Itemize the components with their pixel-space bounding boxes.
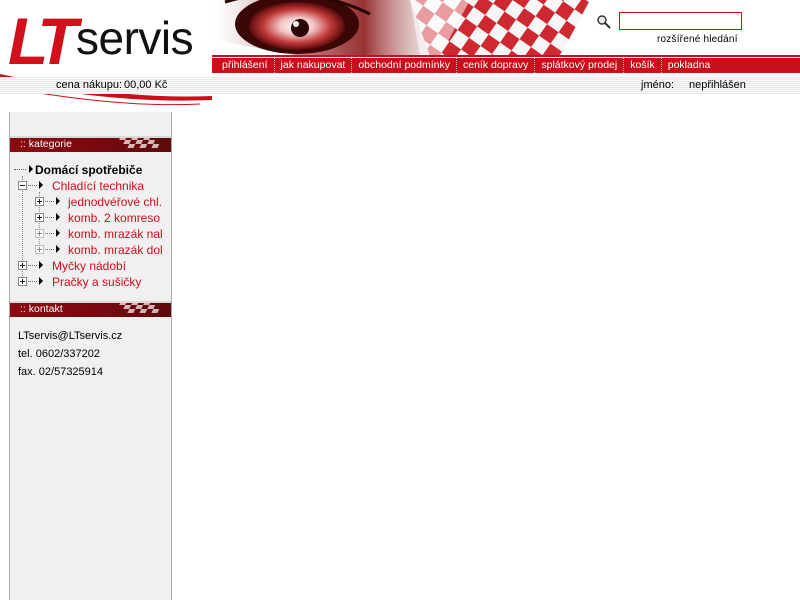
- arrow-right-icon: [56, 197, 60, 205]
- expand-icon[interactable]: [35, 197, 44, 206]
- contact-fax: fax. 02/57325914: [18, 366, 104, 378]
- user-name-label: jméno:: [641, 79, 675, 91]
- arrow-right-icon: [56, 213, 60, 221]
- categories-title: :: kategorie: [20, 138, 72, 150]
- advanced-search-link[interactable]: rozšířené hledání: [657, 34, 738, 45]
- nav-item-checkout[interactable]: pokladna: [662, 58, 717, 73]
- logo-servis: servis: [76, 12, 194, 64]
- subcategory-item[interactable]: komb. mrazák nal: [14, 226, 169, 242]
- nav-item-cart[interactable]: košík: [624, 58, 662, 73]
- category-item[interactable]: Myčky nádobí: [14, 258, 169, 274]
- arrow-right-icon: [56, 229, 60, 237]
- magnifier-icon[interactable]: [596, 14, 612, 30]
- main-content: [172, 112, 800, 600]
- subcategory-item-label: jednodvéřové chl.: [68, 195, 163, 209]
- checker-decoration-icon: [119, 301, 160, 313]
- contact-header: :: kontakt: [10, 301, 171, 317]
- nav-item-terms[interactable]: obchodní podmínky: [352, 58, 457, 73]
- logo-lt: LT: [8, 4, 78, 78]
- category-item[interactable]: Pračky a sušičky: [14, 274, 169, 290]
- category-item-label: Pračky a sušičky: [52, 275, 142, 289]
- subcategory-item[interactable]: komb. mrazák dol: [14, 242, 169, 258]
- info-bar: cena nákupu: 00,00 Kč jméno: nepřihlášen: [0, 77, 800, 94]
- categories-header: :: kategorie: [10, 136, 171, 152]
- subcategory-item-label: komb. mrazák dol: [68, 243, 163, 257]
- expand-icon[interactable]: [35, 229, 44, 238]
- cart-total-label: cena nákupu:: [56, 79, 123, 91]
- contact-phone: tel. 0602/337202: [18, 348, 100, 360]
- category-item[interactable]: Chladící technika: [14, 178, 169, 194]
- collapse-icon[interactable]: [18, 181, 27, 190]
- checker-decoration-icon: [119, 136, 160, 148]
- search-input[interactable]: [619, 12, 742, 30]
- nav-item-login[interactable]: přihlášení: [216, 58, 275, 73]
- contact-email[interactable]: LTservis@LTservis.cz: [18, 327, 122, 345]
- category-item-label: Chladící technika: [52, 179, 145, 193]
- arrow-right-icon: [56, 245, 60, 253]
- arrow-right-icon: [29, 165, 33, 173]
- expand-icon[interactable]: [35, 245, 44, 254]
- arrow-right-icon: [39, 261, 43, 269]
- nav-item-installments[interactable]: splátkový prodej: [535, 58, 625, 73]
- subcategory-item[interactable]: jednodvéřové chl.: [14, 194, 169, 210]
- category-root[interactable]: Domácí spotřebiče: [14, 162, 169, 178]
- sidebar: :: kategorie Domácí spotřebiče Chladící …: [9, 112, 172, 600]
- subcategory-item[interactable]: komb. 2 komreso: [14, 210, 169, 226]
- expand-icon[interactable]: [18, 277, 27, 286]
- header: LT servis rozšířené hledání přihlášení j…: [0, 0, 800, 112]
- subcategory-item-label: komb. 2 komreso: [68, 211, 161, 225]
- user-name-value: nepřihlášen: [689, 79, 746, 91]
- category-root-label: Domácí spotřebiče: [35, 163, 143, 177]
- arrow-right-icon: [39, 277, 43, 285]
- category-item-label: Myčky nádobí: [52, 259, 127, 273]
- arrow-right-icon: [39, 181, 43, 189]
- main-nav: přihlášení jak nakupovat obchodní podmín…: [212, 58, 800, 73]
- expand-icon[interactable]: [18, 261, 27, 270]
- cart-total-value: 00,00 Kč: [124, 79, 168, 91]
- expand-icon[interactable]: [35, 213, 44, 222]
- subcategory-item-label: komb. mrazák nal: [68, 227, 163, 241]
- contact-title: :: kontakt: [20, 303, 63, 315]
- contact-info: LTservis@LTservis.cz tel. 0602/337202 fa…: [18, 327, 122, 381]
- nav-item-how-to-buy[interactable]: jak nakupovat: [275, 58, 353, 73]
- nav-item-shipping-prices[interactable]: ceník dopravy: [457, 58, 536, 73]
